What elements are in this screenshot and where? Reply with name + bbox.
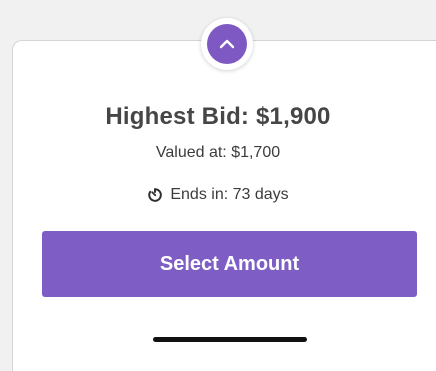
home-indicator <box>153 337 307 342</box>
bid-sheet <box>12 40 436 371</box>
ends-in-row: Ends in: 73 days <box>0 186 436 204</box>
valued-at-text: Valued at: $1,700 <box>155 144 281 161</box>
chevron-up-icon <box>219 39 235 49</box>
collapse-button[interactable] <box>201 18 253 70</box>
highest-bid-text: Highest Bid: $1,900 <box>105 103 331 130</box>
ends-in-text: Ends in: 73 days <box>170 186 289 203</box>
timer-icon <box>148 188 163 202</box>
select-amount-label: Select Amount <box>159 252 300 275</box>
collapse-button-circle[interactable] <box>207 24 247 64</box>
select-amount-button[interactable]: Select Amount <box>42 231 417 297</box>
